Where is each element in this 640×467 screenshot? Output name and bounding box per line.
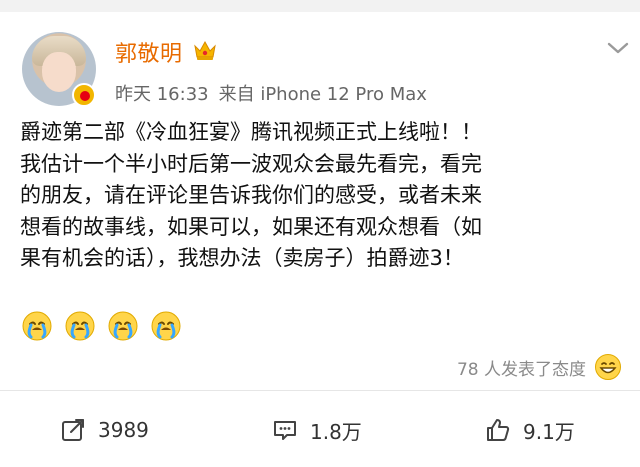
cry-emoji-icon [65, 311, 95, 341]
post-source: 来自 iPhone 12 Pro Max [218, 84, 427, 105]
like-count: 9.1万 [523, 419, 575, 444]
reaction-summary[interactable]: 78 人发表了态度 [457, 352, 622, 382]
cry-emoji-icon [151, 311, 181, 341]
post-line-1: 爵迹第二部《冷血狂宴》腾讯视频正式上线啦！！ [20, 120, 482, 144]
thumbs-up-icon [487, 419, 510, 441]
avatar-face [42, 52, 76, 92]
top-band [0, 0, 640, 12]
comment-icon [274, 421, 296, 440]
chevron-down-icon[interactable] [606, 40, 630, 56]
action-bar: 3989 1.8万 9.1万 [0, 391, 640, 467]
post-text: 爵迹第二部《冷血狂宴》腾讯视频正式上线啦！！ 我估计一个半小时后第一波观众会最先… [20, 117, 624, 275]
comment-button[interactable]: 1.8万 [272, 415, 362, 445]
cry-emoji-icon [22, 311, 52, 341]
post-meta: 昨天 16:33 来自 iPhone 12 Pro Max [115, 80, 427, 106]
crown-icon [194, 40, 216, 60]
reaction-summary-text: 78 人发表了态度 [456, 359, 586, 380]
share-count: 3989 [98, 418, 149, 442]
like-button[interactable]: 9.1万 [485, 415, 575, 445]
emoji-row [21, 310, 188, 344]
cry-emoji-icon [108, 311, 138, 341]
post-line-3: 的朋友，请在评论里告诉我你们的感受，或者未来 [20, 183, 482, 207]
grin-emoji-icon [595, 354, 621, 380]
comment-count: 1.8万 [310, 419, 362, 444]
share-button[interactable]: 3989 [60, 415, 149, 445]
author-name[interactable]: 郭敬明 [115, 36, 183, 68]
post-line-2: 我估计一个半小时后第一波观众会最先看完，看完 [20, 151, 482, 176]
share-icon [62, 419, 84, 441]
verified-badge-icon [72, 83, 96, 107]
post-line-5: 果有机会的话），我想办法（卖房子）拍爵迹3！ [20, 246, 464, 270]
post-time: 昨天 16:33 [115, 84, 209, 105]
post-line-4: 想看的故事线，如果可以，如果还有观众想看（如 [20, 214, 482, 239]
